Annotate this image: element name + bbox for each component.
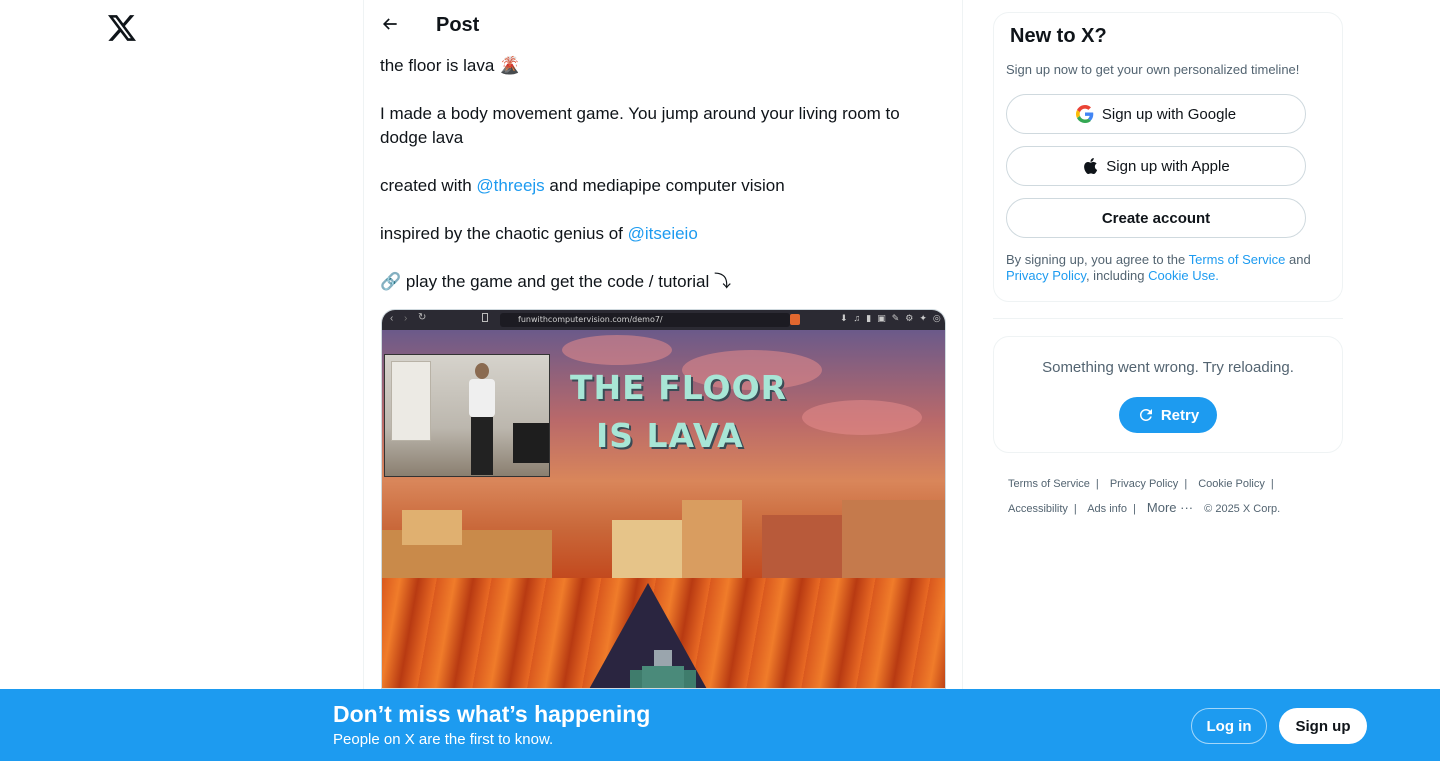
- error-message: Something went wrong. Try reloading.: [1042, 359, 1294, 376]
- google-signup-label: Sign up with Google: [1101, 105, 1237, 123]
- mention-link-itseieio[interactable]: @itseieio: [628, 224, 698, 243]
- post-line: inspired by the chaotic genius of @itsei…: [380, 222, 946, 246]
- error-card: Something went wrong. Try reloading. Ret…: [993, 336, 1343, 453]
- footer-separator: |: [1095, 478, 1099, 490]
- browser-url: funwithcomputervision.com/demo7/: [500, 313, 790, 327]
- retry-label: Retry: [1160, 406, 1200, 424]
- google-icon: [1075, 105, 1094, 123]
- google-signup-button[interactable]: Sign up with Google: [1006, 94, 1306, 134]
- cloud-decoration: [562, 335, 672, 365]
- terms-text: , including: [1085, 268, 1149, 283]
- browser-toolbar: ‹ › ↻ funwithcomputervision.com/demo7/ ⬇…: [382, 310, 945, 330]
- banner-subtitle: People on X are the first to know.: [333, 731, 554, 748]
- shield-icon: [790, 314, 800, 325]
- create-account-button[interactable]: Create account: [1006, 198, 1306, 238]
- footer-ads-link[interactable]: Ads info: [1087, 503, 1127, 515]
- privacy-policy-link[interactable]: Privacy Policy: [1006, 268, 1086, 283]
- signup-terms: By signing up, you agree to the Terms of…: [1006, 252, 1326, 284]
- apple-signup-label: Sign up with Apple: [1106, 157, 1230, 175]
- signup-card: New to X? Sign up now to get your own pe…: [993, 12, 1343, 302]
- person-figure: [467, 363, 497, 475]
- game-scene: THE FLOOR IS LAVA: [382, 330, 945, 688]
- post-media-video[interactable]: ‹ › ↻ funwithcomputervision.com/demo7/ ⬇…: [381, 309, 946, 689]
- post-header: Post: [364, 0, 962, 53]
- cookie-use-link[interactable]: Cookie Use.: [1148, 268, 1219, 283]
- footer-separator: |: [1073, 503, 1077, 515]
- apple-icon: [1082, 157, 1098, 175]
- terms-of-service-link[interactable]: Terms of Service: [1189, 252, 1286, 267]
- post-text-fragment: and mediapipe computer vision: [544, 176, 785, 195]
- post-text: the floor is lava 🌋 I made a body moveme…: [380, 54, 946, 294]
- post-line: 🔗 play the game and get the code / tutor…: [380, 272, 731, 291]
- footer-privacy-link[interactable]: Privacy Policy: [1110, 478, 1178, 490]
- terms-text: and: [1285, 252, 1311, 267]
- footer-terms-link[interactable]: Terms of Service: [1008, 478, 1090, 490]
- sidebar-footer: Terms of Service | Privacy Policy | Cookie…: [1008, 472, 1328, 521]
- footer-separator: |: [1184, 478, 1188, 490]
- chevron-right-icon: ›: [404, 313, 408, 324]
- reload-icon: ↻: [418, 312, 427, 323]
- footer-more-button[interactable]: More ···: [1147, 500, 1193, 515]
- footer-accessibility-link[interactable]: Accessibility: [1008, 503, 1068, 515]
- login-button[interactable]: Log in: [1191, 708, 1267, 744]
- back-button[interactable]: [372, 8, 408, 44]
- chevron-left-icon: ‹: [390, 313, 394, 324]
- apple-signup-button[interactable]: Sign up with Apple: [1006, 146, 1306, 186]
- robot-character: [630, 650, 696, 688]
- refresh-icon: [1137, 406, 1155, 424]
- cloud-decoration: [802, 400, 922, 435]
- footer-separator: |: [1132, 503, 1136, 515]
- webcam-preview: [384, 354, 550, 477]
- create-account-label: Create account: [1101, 209, 1211, 227]
- footer-copyright: © 2025 X Corp.: [1204, 503, 1281, 515]
- post-line: the floor is lava 🌋: [380, 56, 521, 75]
- sidebar-divider: [993, 318, 1343, 319]
- post-column: Post the floor is lava 🌋 I made a body m…: [363, 0, 963, 761]
- game-title-line2: IS LAVA: [596, 416, 744, 455]
- mention-link-threejs[interactable]: @threejs: [476, 176, 544, 195]
- toolbar-icons: ⬇♫▮▣✎⚙✦◎≡: [840, 313, 946, 323]
- tv-decoration: [513, 423, 549, 463]
- x-logo-icon[interactable]: [104, 10, 140, 46]
- game-title-line1: THE FLOOR: [570, 368, 788, 407]
- bookmark-icon: [482, 313, 488, 322]
- footer-row: Terms of Service | Privacy Policy | Cookie…: [1008, 472, 1328, 496]
- footer-row: Accessibility | Ads info | More ··· © 2025…: [1008, 496, 1328, 521]
- arrow-left-icon: [380, 14, 400, 39]
- signup-banner: Don’t miss what’s happening People on X …: [0, 689, 1440, 761]
- signup-subtext: Sign up now to get your own personalized…: [1006, 62, 1300, 77]
- signup-button[interactable]: Sign up: [1279, 708, 1367, 744]
- terms-text: By signing up, you agree to the: [1006, 252, 1189, 267]
- post-line: created with @threejs and mediapipe comp…: [380, 174, 946, 198]
- banner-title: Don’t miss what’s happening: [333, 701, 651, 727]
- footer-separator: |: [1270, 478, 1274, 490]
- footer-cookie-link[interactable]: Cookie Policy: [1198, 478, 1265, 490]
- post-line: I made a body movement game. You jump ar…: [380, 104, 900, 147]
- page-title: Post: [436, 14, 480, 36]
- window-decoration: [391, 361, 431, 441]
- post-text-fragment: inspired by the chaotic genius of: [380, 224, 628, 243]
- post-text-fragment: created with: [380, 176, 477, 195]
- retry-button[interactable]: Retry: [1119, 397, 1217, 433]
- signup-heading: New to X?: [1010, 25, 1107, 47]
